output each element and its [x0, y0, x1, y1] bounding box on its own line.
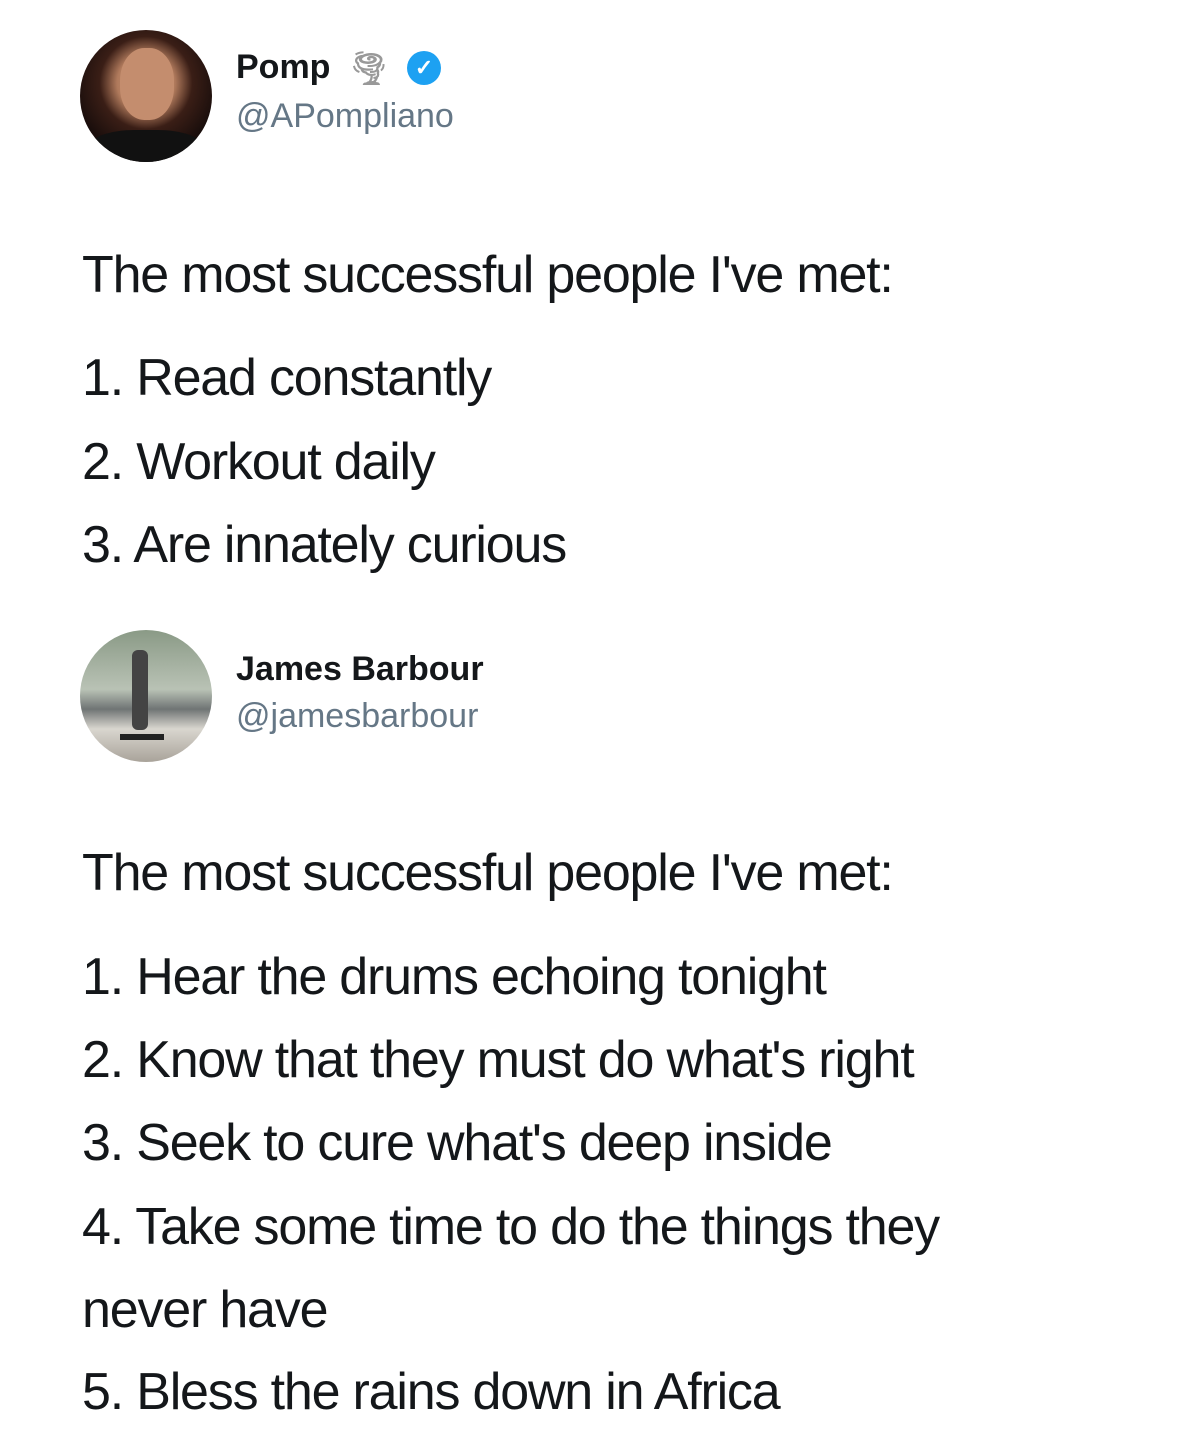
avatar-james-barbour[interactable]: [80, 630, 212, 762]
display-name[interactable]: Pomp 🌪 ✓: [236, 48, 442, 87]
tweet-text-line: The most successful people I've met:: [82, 844, 894, 902]
display-name-text: James Barbour: [236, 650, 484, 688]
tweet-text-line: 4. Take some time to do the things they: [82, 1198, 940, 1256]
tweet-text-line: 3. Are innately curious: [82, 516, 567, 574]
avatar-pomp[interactable]: [80, 30, 212, 162]
user-handle[interactable]: @jamesbarbour: [236, 697, 478, 736]
display-name-text: Pomp: [236, 48, 331, 86]
avatar-scooter: [120, 734, 164, 740]
tweet-text-line: The most successful people I've met:: [82, 246, 894, 304]
verified-badge-icon: ✓: [407, 50, 442, 85]
tweet-text-line: 5. Bless the rains down in Africa: [82, 1363, 781, 1421]
tweet-text-line: 2. Know that they must do what's right: [82, 1031, 915, 1089]
avatar-face: [120, 48, 174, 120]
tweet-text-line: 2. Workout daily: [82, 433, 436, 491]
tweet-text-line: never have: [82, 1281, 328, 1339]
avatar-figure: [132, 650, 148, 730]
tweet-text-line: 3. Seek to cure what's deep inside: [82, 1114, 833, 1172]
display-name[interactable]: James Barbour: [236, 650, 484, 689]
avatar-shirt: [90, 130, 202, 162]
user-handle[interactable]: @APompliano: [236, 97, 454, 136]
tweet-text-line: 1. Read constantly: [82, 349, 492, 407]
tornado-emoji-icon: 🌪: [348, 49, 390, 86]
tweet-text-line: 1. Hear the drums echoing tonight: [82, 948, 827, 1006]
